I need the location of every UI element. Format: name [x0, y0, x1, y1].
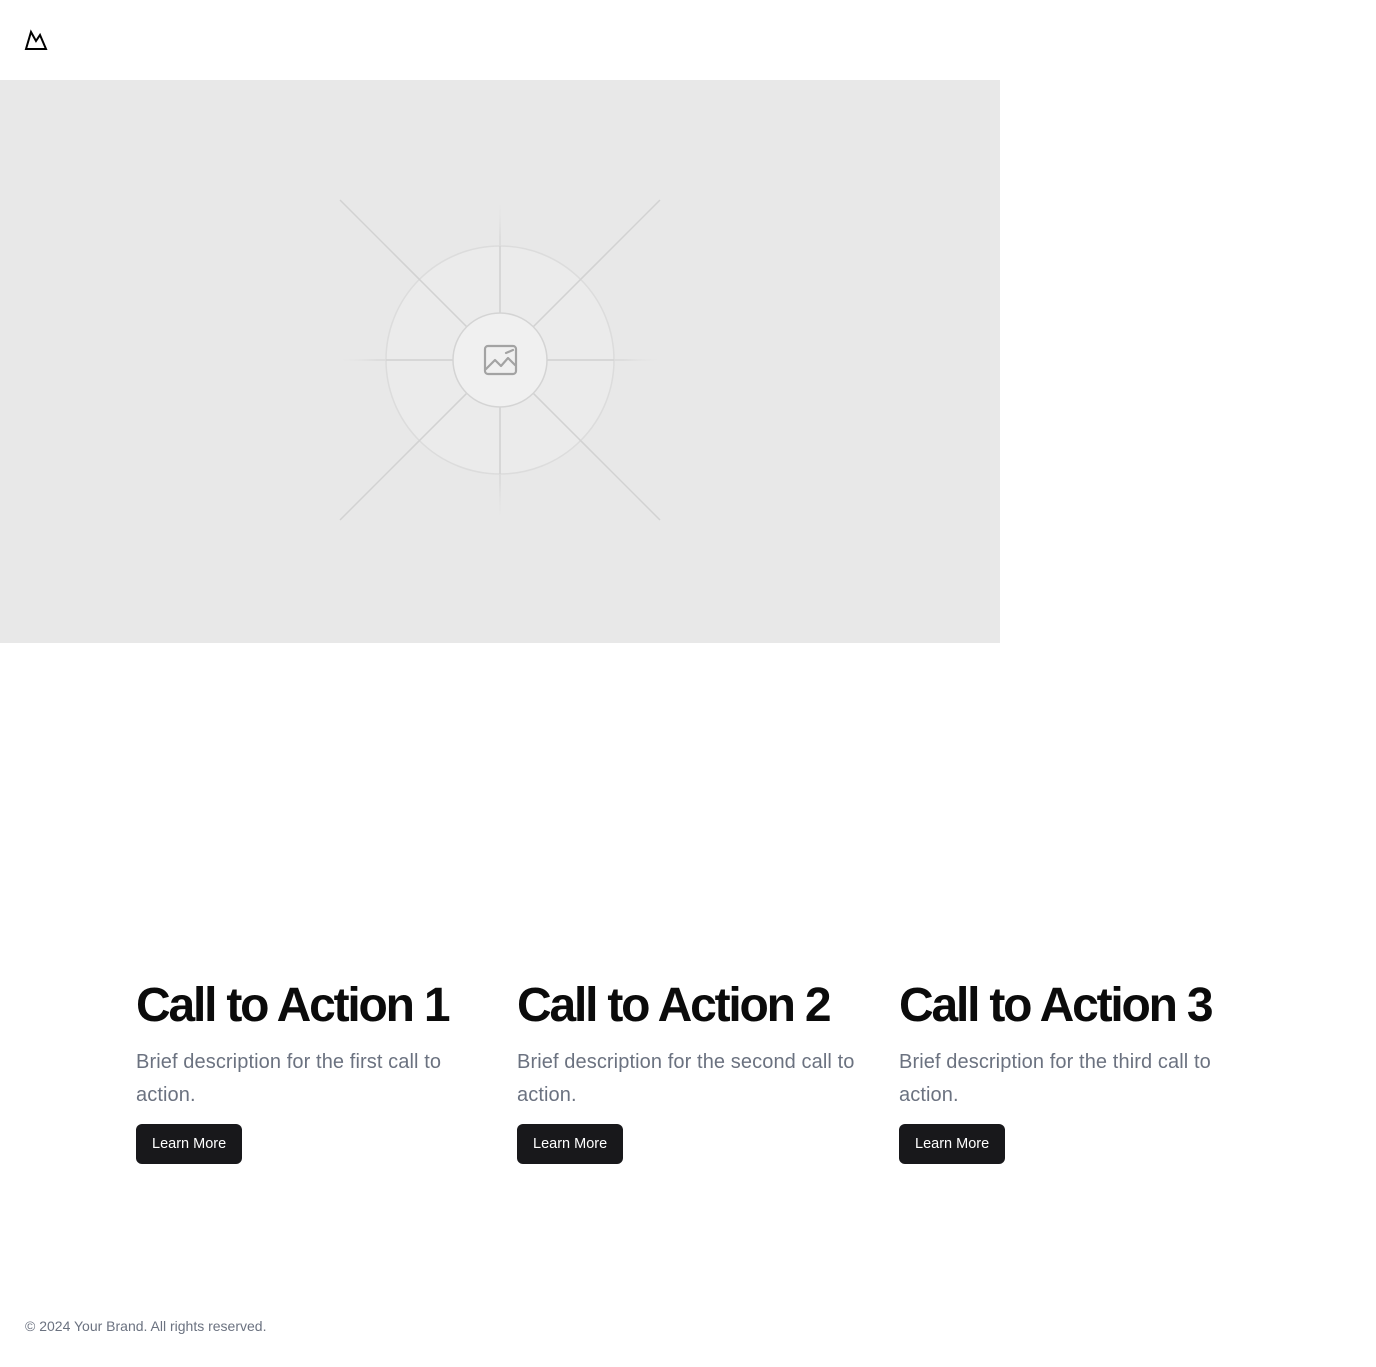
learn-more-button[interactable]: Learn More: [136, 1124, 243, 1164]
cta-title: Call to Action 2: [517, 979, 832, 1032]
hero-image-placeholder: [0, 80, 1000, 643]
cta-description: Brief description for the first call to …: [136, 1051, 442, 1106]
learn-more-button[interactable]: Learn More: [899, 1124, 1006, 1164]
mountain-logo-icon[interactable]: [24, 28, 48, 52]
cta-description: Brief description for the third call to …: [899, 1051, 1211, 1106]
footer-copyright: © 2024 Your Brand. All rights reserved.: [25, 1318, 267, 1334]
placeholder-graphic: [339, 199, 661, 521]
cta-description: Brief description for the second call to…: [517, 1051, 855, 1106]
learn-more-button[interactable]: Learn More: [517, 1124, 624, 1164]
cta-title: Call to Action 3: [899, 979, 1214, 1032]
cta-card-1: Call to Action 1 Brief description for t…: [136, 976, 476, 1164]
cta-title: Call to Action 1: [136, 979, 451, 1032]
site-header: [0, 0, 1376, 80]
cta-card-2: Call to Action 2 Brief description for t…: [517, 976, 857, 1164]
cta-card-3: Call to Action 3 Brief description for t…: [899, 976, 1239, 1164]
